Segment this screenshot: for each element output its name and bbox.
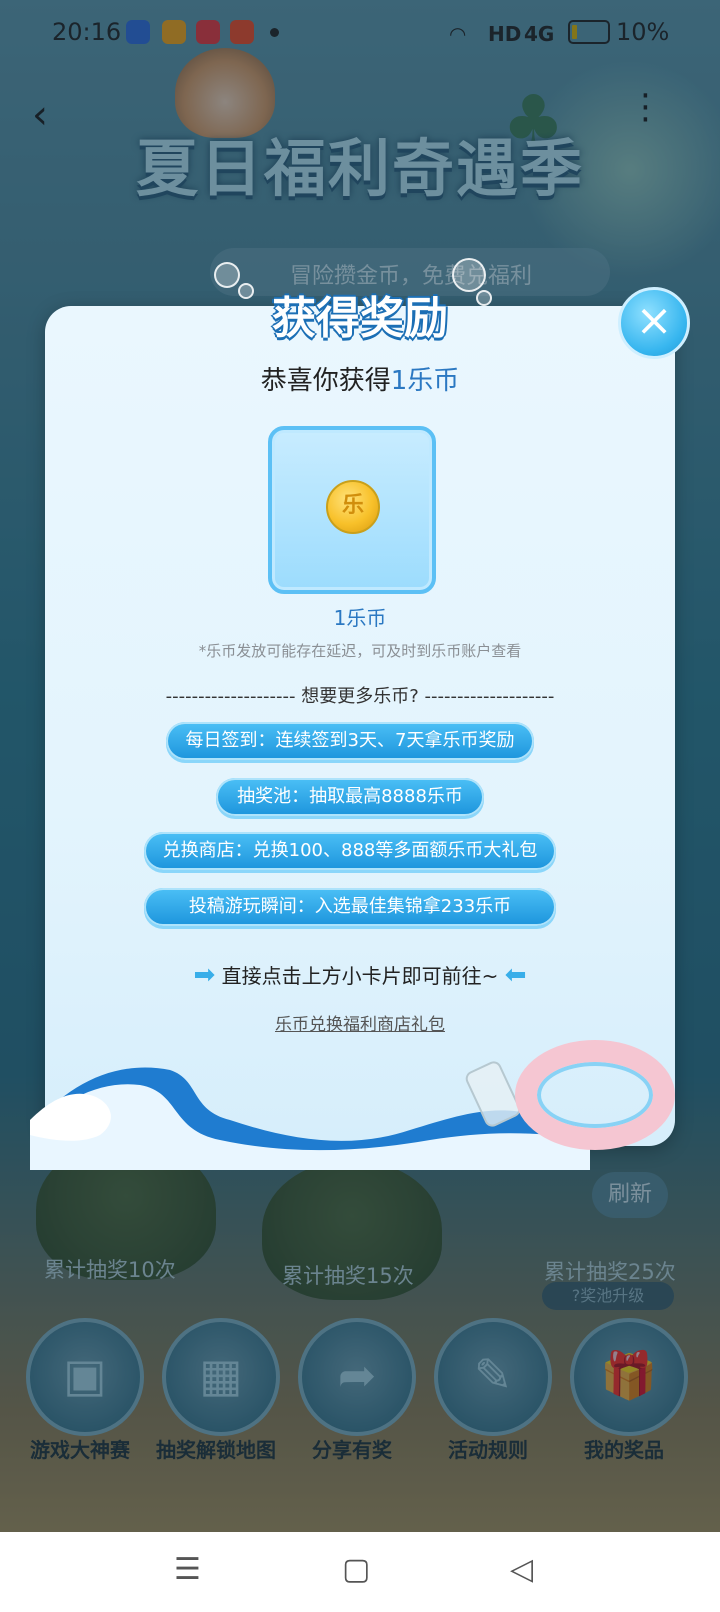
system-nav-bar: ☰ ▢ ◁ (0, 1532, 720, 1612)
close-icon: × (635, 295, 673, 346)
close-button[interactable]: × (618, 287, 690, 359)
modal-title: 获得奖励 (272, 293, 448, 344)
option-exchange-store[interactable]: 兑换商店：兑换100、888等多面额乐币大礼包 (144, 832, 556, 870)
home-square-icon[interactable]: ▢ (342, 1552, 370, 1587)
hint-row: ➡ 直接点击上方小卡片即可前往~ ⬅ (45, 960, 675, 990)
hint-text: 直接点击上方小卡片即可前往~ (221, 964, 499, 988)
back-triangle-icon[interactable]: ◁ (510, 1552, 533, 1587)
more-coins-divider: -------------------- 想要更多乐币? -----------… (165, 686, 555, 707)
coin-icon: 乐 (326, 480, 380, 534)
swim-ring-decoration (515, 1040, 675, 1150)
option-lottery-pool[interactable]: 抽奖池：抽取最高8888乐币 (216, 778, 484, 816)
arrow-right-icon: ➡ (193, 960, 216, 990)
congrats-text: 恭喜你获得1乐币 (45, 360, 675, 397)
reward-amount: 1乐币 (333, 606, 387, 630)
exchange-store-link[interactable]: 乐币兑换福利商店礼包 (45, 1010, 675, 1035)
menu-icon[interactable]: ☰ (174, 1552, 201, 1587)
option-daily-checkin[interactable]: 每日签到：连续签到3天、7天拿乐币奖励 (166, 722, 534, 760)
congrats-amount: 1乐币 (390, 366, 460, 396)
arrow-left-icon: ⬅ (504, 960, 527, 990)
delay-note: *乐币发放可能存在延迟，可及时到乐币账户查看 (198, 642, 522, 660)
option-submit-moment[interactable]: 投稿游玩瞬间：入选最佳集锦拿233乐币 (144, 888, 556, 926)
congrats-prefix: 恭喜你获得 (260, 366, 391, 396)
